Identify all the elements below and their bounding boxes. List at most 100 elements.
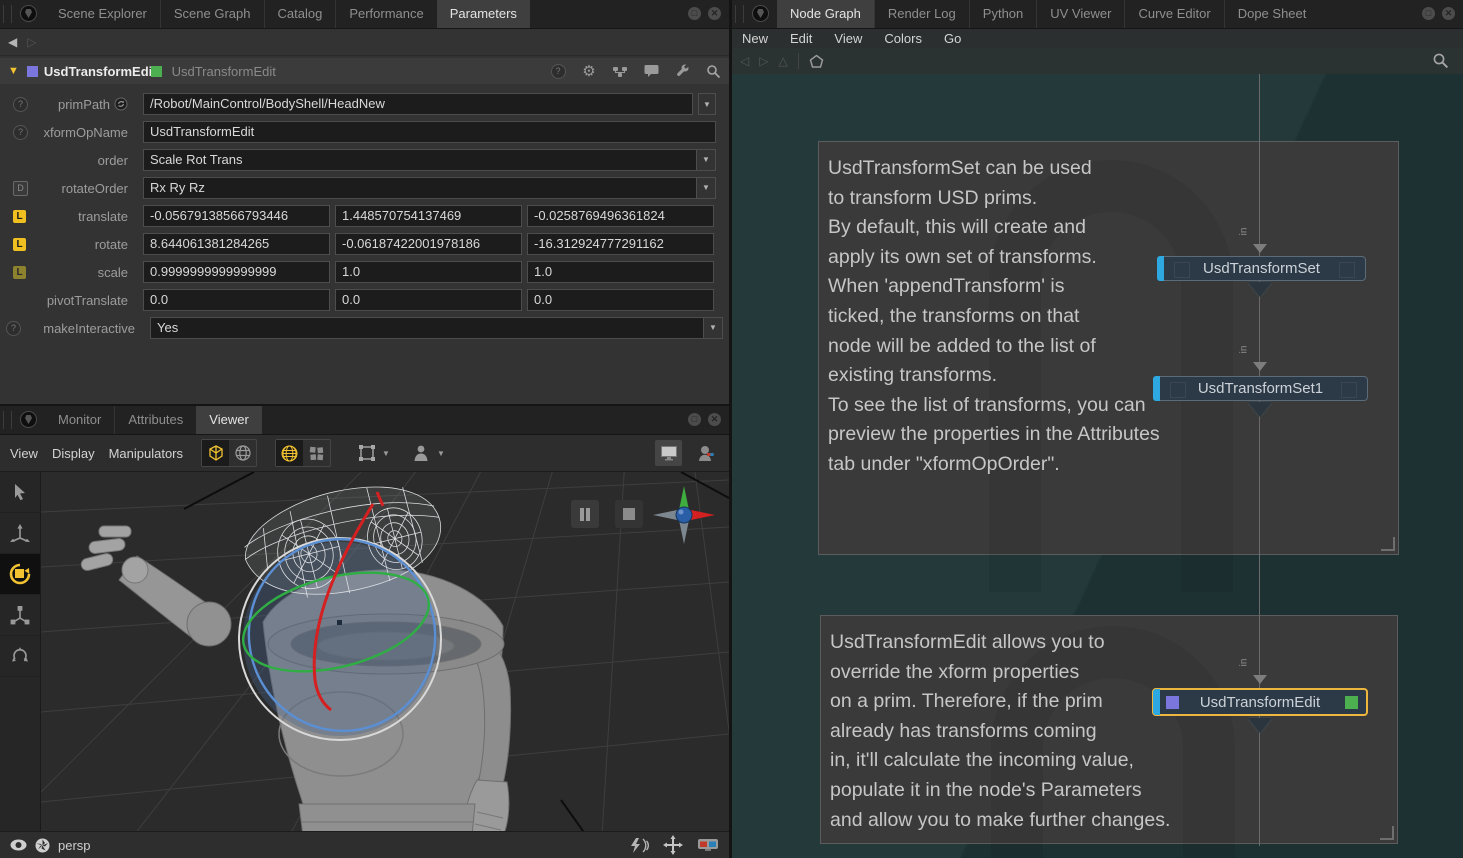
camera-name-label[interactable]: persp <box>58 838 91 853</box>
order-select[interactable]: Scale Rot Trans▼ <box>143 149 716 171</box>
panel-close-icon[interactable]: ✕ <box>1442 7 1455 20</box>
panel-close-icon[interactable]: ✕ <box>708 7 721 20</box>
scale-z-input[interactable]: 1.0 <box>527 261 714 283</box>
tab-parameters[interactable]: Parameters <box>437 0 530 28</box>
node-usdtransformedit-selected[interactable]: UsdTransformEdit <box>1152 688 1368 716</box>
node-usdtransformset1[interactable]: UsdTransformSet1 <box>1153 376 1368 401</box>
dropdown-arrow-icon[interactable]: ▼ <box>696 150 715 170</box>
menu-new[interactable]: New <box>742 31 768 46</box>
node-edit-flag[interactable] <box>1345 696 1358 709</box>
pan-move-icon[interactable] <box>663 835 683 855</box>
panel-menu-icon[interactable] <box>20 5 37 22</box>
panel-float-icon[interactable]: □ <box>1422 7 1435 20</box>
node-hierarchy-icon[interactable] <box>612 63 628 79</box>
menu-display[interactable]: Display <box>52 446 95 461</box>
settings-gear-icon[interactable]: ⚙ <box>581 63 597 79</box>
parameter-group-header[interactable]: ▼ UsdTransformEdit UsdTransformEdit ? ⚙ <box>0 58 729 84</box>
marquee-dropdown-caret[interactable]: ▼ <box>382 449 390 458</box>
pause-button[interactable] <box>571 500 599 528</box>
tab-python[interactable]: Python <box>969 0 1036 28</box>
node-output-port[interactable] <box>1248 282 1272 297</box>
history-forward-icon[interactable]: ▷ <box>27 35 36 49</box>
xformopname-input[interactable]: UsdTransformEdit <box>143 121 716 143</box>
tab-uv-viewer[interactable]: UV Viewer <box>1036 0 1124 28</box>
tab-node-graph[interactable]: Node Graph <box>777 0 874 28</box>
param-help-icon[interactable]: ? <box>6 321 21 336</box>
camera-aperture-icon[interactable] <box>35 838 50 853</box>
globe-icon[interactable] <box>229 440 256 466</box>
tab-monitor[interactable]: Monitor <box>45 406 114 434</box>
dropdown-arrow-icon[interactable]: ▼ <box>703 318 722 338</box>
tab-render-log[interactable]: Render Log <box>874 0 969 28</box>
menu-manipulators[interactable]: Manipulators <box>109 446 183 461</box>
pivottranslate-y-input[interactable]: 0.0 <box>335 289 522 311</box>
rotate-z-input[interactable]: -16.312924777291162 <box>527 233 714 255</box>
node-usdtransformset[interactable]: UsdTransformSet <box>1157 256 1366 281</box>
pivottranslate-x-input[interactable]: 0.0 <box>143 289 330 311</box>
rotate-x-input[interactable]: 8.644061381284265 <box>143 233 330 255</box>
graph-home-icon[interactable] <box>809 54 824 69</box>
param-state-icon[interactable] <box>114 97 128 111</box>
scale-y-input[interactable]: 1.0 <box>335 261 522 283</box>
scale-x-input[interactable]: 0.9999999999999999 <box>143 261 330 283</box>
stop-button[interactable] <box>615 500 643 528</box>
tab-curve-editor[interactable]: Curve Editor <box>1124 0 1223 28</box>
graph-search-icon[interactable] <box>1432 52 1449 69</box>
translate-x-input[interactable]: -0.05679138566793446 <box>143 205 330 227</box>
graph-up-icon[interactable]: △ <box>778 54 787 68</box>
backdrop-resize-handle[interactable] <box>1381 537 1395 551</box>
panel-drag-handle[interactable] <box>735 5 744 23</box>
node-output-port[interactable] <box>1248 718 1272 733</box>
primpath-input[interactable]: /Robot/MainControl/BodyShell/HeadNew <box>143 93 693 115</box>
comment-bubble-icon[interactable] <box>643 63 659 79</box>
person-view-icon[interactable] <box>408 440 435 466</box>
tab-viewer[interactable]: Viewer <box>196 406 262 434</box>
graph-forward-icon[interactable]: ▷ <box>759 54 768 68</box>
tab-performance[interactable]: Performance <box>335 0 436 28</box>
local-state-icon[interactable]: L <box>13 238 26 251</box>
menu-go[interactable]: Go <box>944 31 961 46</box>
translate-z-input[interactable]: -0.0258769496361824 <box>527 205 714 227</box>
help-icon[interactable]: ? <box>550 63 566 79</box>
perspective-cube-icon[interactable] <box>202 440 229 466</box>
pivot-rotate-tool-button[interactable] <box>0 636 40 677</box>
param-help-icon[interactable]: ? <box>13 125 28 140</box>
tab-scene-explorer[interactable]: Scene Explorer <box>45 0 160 28</box>
panel-drag-handle[interactable] <box>3 5 12 23</box>
tab-scene-graph[interactable]: Scene Graph <box>160 0 264 28</box>
orientation-compass[interactable] <box>651 484 717 546</box>
tab-attributes[interactable]: Attributes <box>114 406 196 434</box>
scale-tool-button[interactable] <box>0 595 40 636</box>
translate-y-input[interactable]: 1.448570754137469 <box>335 205 522 227</box>
lighting-flash-icon[interactable] <box>629 838 649 853</box>
panel-float-icon[interactable]: □ <box>688 413 701 426</box>
stereo-glasses-icon[interactable] <box>697 838 719 852</box>
panel-drag-handle[interactable] <box>3 411 12 429</box>
monitor-overlay-icon[interactable] <box>655 440 682 466</box>
tab-dope-sheet[interactable]: Dope Sheet <box>1224 0 1320 28</box>
backdrop-note-usdtransformedit[interactable]: UsdTransformEdit allows you to override … <box>820 615 1398 844</box>
makeinteractive-select[interactable]: Yes▼ <box>150 317 723 339</box>
rotate-tool-button[interactable] <box>0 554 40 595</box>
menu-colors[interactable]: Colors <box>884 31 922 46</box>
wrench-icon[interactable] <box>674 63 690 79</box>
rotateorder-select[interactable]: Rx Ry Rz▼ <box>143 177 716 199</box>
search-icon[interactable] <box>705 63 721 79</box>
translate-tool-button[interactable] <box>0 513 40 554</box>
tab-catalog[interactable]: Catalog <box>264 0 336 28</box>
node-output-port[interactable] <box>1248 402 1272 417</box>
menu-view[interactable]: View <box>834 31 862 46</box>
menu-view[interactable]: View <box>10 446 38 461</box>
stereo-person-icon[interactable] <box>692 440 719 466</box>
menu-edit[interactable]: Edit <box>790 31 812 46</box>
node-graph-canvas[interactable]: UsdTransformSet can be used to transform… <box>732 74 1463 858</box>
default-state-icon[interactable]: D <box>13 181 28 196</box>
panel-float-icon[interactable]: □ <box>688 7 701 20</box>
panel-menu-icon[interactable] <box>752 5 769 22</box>
local-state-icon[interactable]: L <box>13 210 26 223</box>
node-name[interactable]: UsdTransformEdit <box>44 64 157 79</box>
panel-close-icon[interactable]: ✕ <box>708 413 721 426</box>
viewport-3d[interactable] <box>41 472 729 831</box>
dropdown-arrow-icon[interactable]: ▼ <box>696 178 715 198</box>
history-back-icon[interactable]: ◀ <box>8 35 17 49</box>
